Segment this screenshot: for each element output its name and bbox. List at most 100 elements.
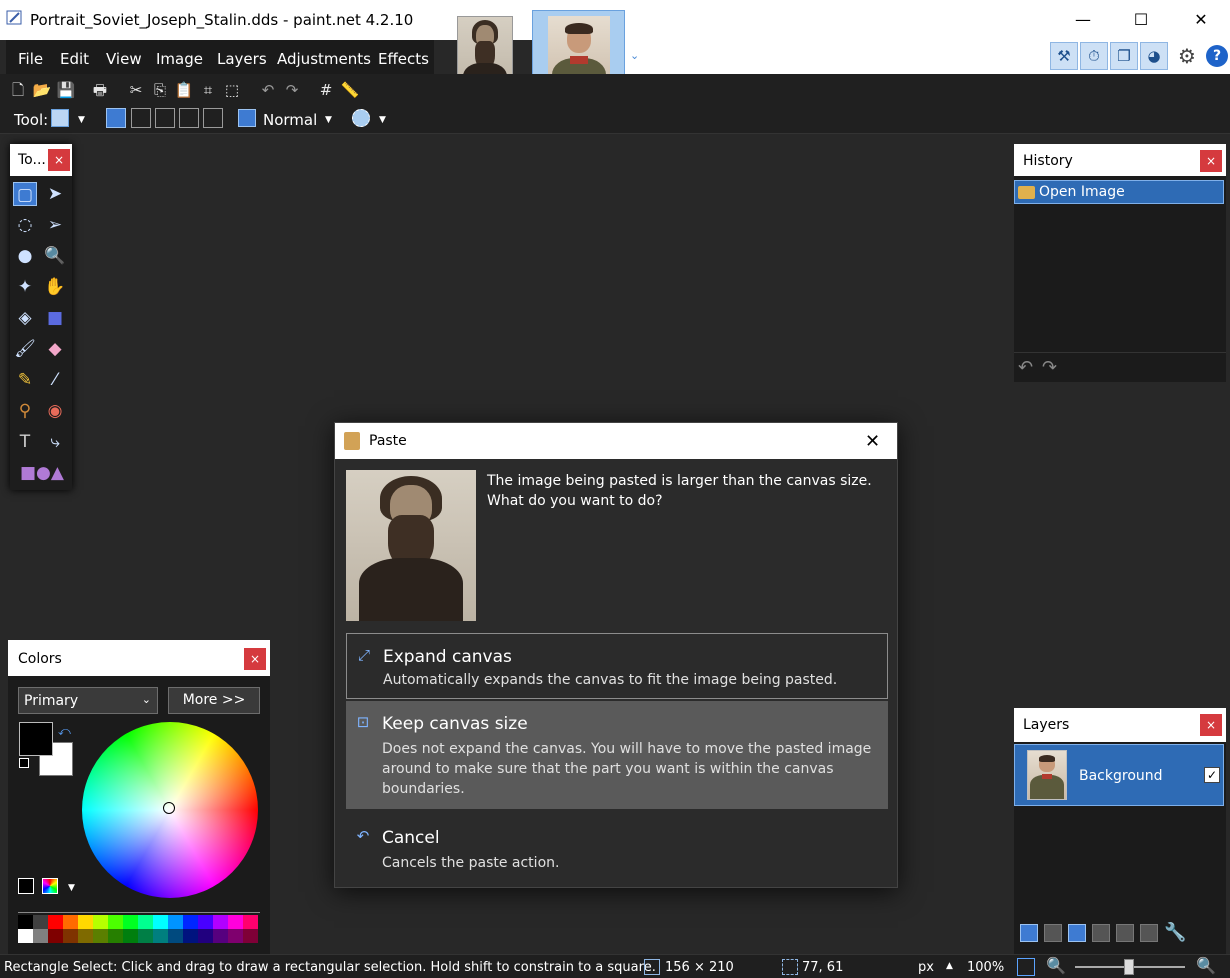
blend-mode-label[interactable]: Normal <box>263 111 317 129</box>
merge-layer-down-icon[interactable] <box>1092 924 1110 942</box>
tools-window-toggle-icon[interactable]: ⚒ <box>1050 42 1078 70</box>
history-redo-icon[interactable]: ↷ <box>1042 357 1057 378</box>
colors-panel-close-icon[interactable]: × <box>244 648 266 670</box>
color-mode-select[interactable]: Primary ⌄ <box>18 687 158 714</box>
help-icon[interactable]: ? <box>1206 45 1228 67</box>
add-layer-icon[interactable] <box>1020 924 1038 942</box>
close-button[interactable]: ✕ <box>1178 6 1224 34</box>
move-selected-pixels-tool-icon[interactable]: ➤ <box>43 182 67 206</box>
undo-icon[interactable]: ↶ <box>258 80 278 100</box>
units-selector[interactable]: px <box>918 960 934 975</box>
layers-window-toggle-icon[interactable]: ❐ <box>1110 42 1138 70</box>
reset-colors-icon[interactable] <box>19 758 29 768</box>
blend-mode-icon[interactable] <box>238 109 256 127</box>
menu-image[interactable]: Image <box>156 50 203 68</box>
swap-colors-icon[interactable]: ⤺ <box>58 724 71 739</box>
history-undo-icon[interactable]: ↶ <box>1018 357 1033 378</box>
shapes-tool-icon[interactable]: ■●▲ <box>20 461 64 485</box>
save-file-icon[interactable]: 💾 <box>56 80 76 100</box>
palette-swatch[interactable] <box>228 929 243 943</box>
paste-dialog-close-icon[interactable]: ✕ <box>865 431 880 452</box>
menu-view[interactable]: View <box>106 50 142 68</box>
new-file-icon[interactable]: 🗋 <box>8 80 28 100</box>
palette-swatch[interactable] <box>243 929 258 943</box>
maximize-button[interactable]: ☐ <box>1118 6 1164 34</box>
units-dropdown-arrow-icon[interactable]: ▲ <box>946 961 953 971</box>
add-to-palette-icon[interactable] <box>18 878 34 894</box>
zoom-level[interactable]: 100% <box>967 960 1004 975</box>
copy-icon[interactable]: ⎘ <box>150 80 170 100</box>
palette-swatch[interactable] <box>153 929 168 943</box>
palette-swatch[interactable] <box>78 929 93 943</box>
palette-swatch[interactable] <box>108 929 123 943</box>
palette-swatch[interactable] <box>18 929 33 943</box>
eraser-tool-icon[interactable]: ◆ <box>43 337 67 361</box>
print-icon[interactable]: 🖶 <box>90 80 110 100</box>
tools-panel-close-icon[interactable]: × <box>48 149 70 171</box>
antialiasing-dropdown-arrow-icon[interactable]: ▼ <box>379 115 386 125</box>
palette-swatch[interactable] <box>183 915 198 929</box>
palette-swatch[interactable] <box>108 915 123 929</box>
palette-swatch[interactable] <box>63 929 78 943</box>
redo-icon[interactable]: ↷ <box>282 80 302 100</box>
palette-swatch[interactable] <box>183 929 198 943</box>
palette-swatch[interactable] <box>138 915 153 929</box>
color-picker-tool-icon[interactable]: ⁄ <box>43 368 67 392</box>
pan-tool-icon[interactable]: ✋ <box>43 275 67 299</box>
palette-swatch[interactable] <box>153 915 168 929</box>
selection-mode-replace-icon[interactable] <box>106 108 126 128</box>
selection-mode-invert-icon[interactable] <box>203 108 223 128</box>
layers-panel-close-icon[interactable]: × <box>1200 714 1222 736</box>
palette-swatch[interactable] <box>123 929 138 943</box>
palette-swatch[interactable] <box>228 915 243 929</box>
palette-menu-arrow-icon[interactable]: ▼ <box>68 883 75 893</box>
palette-swatch[interactable] <box>93 915 108 929</box>
crop-to-selection-icon[interactable]: ⌗ <box>198 80 218 100</box>
blend-mode-dropdown-arrow-icon[interactable]: ▼ <box>325 115 332 125</box>
recolor-tool-icon[interactable]: ◉ <box>43 399 67 423</box>
rectangle-select-tool-icon[interactable]: ▢ <box>13 182 37 206</box>
keep-canvas-size-option[interactable]: ⊡ Keep canvas size Does not expand the c… <box>346 701 888 809</box>
cut-icon[interactable]: ✂ <box>126 80 146 100</box>
palette-swatch[interactable] <box>243 915 258 929</box>
settings-gear-icon[interactable]: ⚙ <box>1178 44 1196 68</box>
ruler-icon[interactable]: 📏 <box>340 80 360 100</box>
history-window-toggle-icon[interactable]: ⏱ <box>1080 42 1108 70</box>
text-tool-icon[interactable]: T <box>13 430 37 454</box>
delete-layer-icon[interactable] <box>1044 924 1062 942</box>
expand-canvas-option[interactable]: ⤢ Expand canvas Automatically expands th… <box>346 633 888 699</box>
palette-swatch[interactable] <box>93 929 108 943</box>
menu-layers[interactable]: Layers <box>217 50 267 68</box>
line-curve-tool-icon[interactable]: ⤷ <box>43 430 67 454</box>
move-layer-up-icon[interactable] <box>1116 924 1134 942</box>
palette-swatch[interactable] <box>33 915 48 929</box>
cancel-paste-option[interactable]: ↶ Cancel Cancels the paste action. <box>346 815 888 873</box>
palette-swatch[interactable] <box>198 915 213 929</box>
palette-swatch[interactable] <box>48 915 63 929</box>
zoom-tool-icon[interactable]: 🔍 <box>43 244 67 268</box>
antialiasing-icon[interactable] <box>352 109 370 127</box>
move-selection-tool-icon[interactable]: ➢ <box>43 213 67 237</box>
layer-properties-wrench-icon[interactable]: 🔧 <box>1164 922 1186 943</box>
colors-window-toggle-icon[interactable]: ◕ <box>1140 42 1168 70</box>
move-layer-down-icon[interactable] <box>1140 924 1158 942</box>
grid-icon[interactable]: # <box>316 80 336 100</box>
history-item[interactable]: Open Image <box>1014 180 1224 204</box>
history-panel-close-icon[interactable]: × <box>1200 150 1222 172</box>
menu-effects[interactable]: Effects <box>378 50 429 68</box>
palette-swatch[interactable] <box>138 929 153 943</box>
menu-adjustments[interactable]: Adjustments <box>277 50 371 68</box>
palette-swatch[interactable] <box>18 915 33 929</box>
color-wheel-cursor[interactable] <box>163 802 175 814</box>
primary-color-swatch[interactable] <box>19 722 53 756</box>
layer-row[interactable]: Background ✓ <box>1014 744 1224 806</box>
palette-swatch[interactable] <box>168 915 183 929</box>
tool-dropdown-arrow-icon[interactable]: ▼ <box>78 115 85 125</box>
duplicate-layer-icon[interactable] <box>1068 924 1086 942</box>
menu-file[interactable]: File <box>18 50 43 68</box>
layer-visibility-checkbox[interactable]: ✓ <box>1204 767 1220 783</box>
open-file-icon[interactable]: 📂 <box>32 80 52 100</box>
palette-swatch[interactable] <box>213 929 228 943</box>
palette-menu-icon[interactable] <box>42 878 58 894</box>
zoom-in-icon[interactable]: 🔍 <box>1196 956 1216 975</box>
